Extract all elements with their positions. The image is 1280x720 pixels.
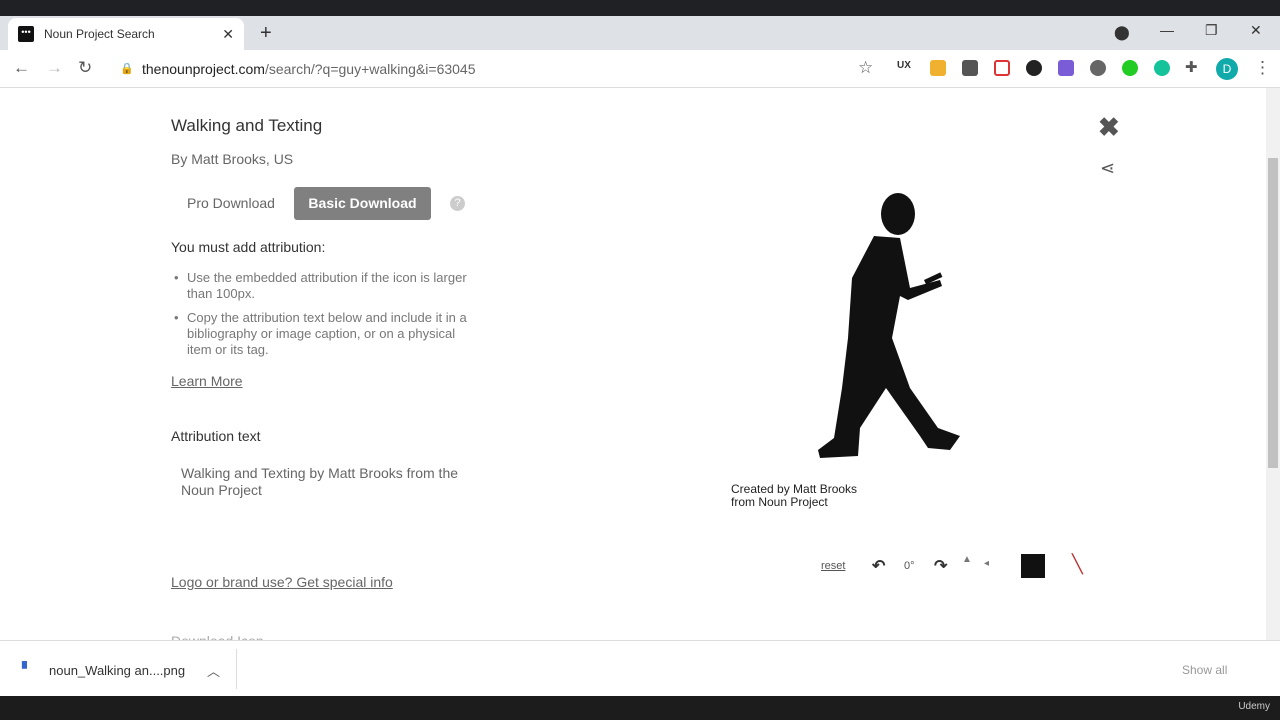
- embedded-credit: Created by Matt Brooks from Noun Project: [731, 483, 857, 509]
- video-footer: Udemy: [0, 696, 1280, 720]
- tab-noun-project[interactable]: ••• Noun Project Search ✕: [8, 18, 244, 50]
- close-icon[interactable]: ✖: [1098, 112, 1120, 143]
- icon-detail-panel: Walking and Texting By Matt Brooks, US P…: [0, 88, 1266, 640]
- scrollbar-thumb[interactable]: [1268, 158, 1278, 468]
- attribution-rules: Use the embedded attribution if the icon…: [174, 270, 467, 366]
- udemy-brand: Udemy: [1238, 701, 1270, 712]
- minimize-button[interactable]: —: [1160, 22, 1174, 38]
- flip-horizontal-icon[interactable]: ◂: [984, 558, 989, 569]
- help-icon[interactable]: ?: [450, 196, 465, 211]
- extension-icon[interactable]: [1090, 60, 1106, 76]
- window-top: [0, 0, 1280, 16]
- grammarly-icon[interactable]: [1154, 60, 1170, 76]
- scrollbar[interactable]: [1266, 88, 1280, 640]
- icon-title: Walking and Texting: [171, 116, 323, 135]
- lock-icon: 🔒: [120, 63, 134, 75]
- back-button[interactable]: ←: [13, 58, 30, 78]
- url-input[interactable]: thenounproject.com/search/?q=guy+walking…: [142, 61, 476, 77]
- flip-vertical-icon[interactable]: ▲: [962, 554, 972, 565]
- learn-more-link[interactable]: Learn More: [171, 373, 243, 389]
- walking-texting-icon-preview: [818, 193, 960, 458]
- url-host: thenounproject.com: [142, 61, 265, 77]
- noun-project-favicon: •••: [18, 26, 34, 42]
- share-icon[interactable]: ⋖: [1100, 158, 1115, 179]
- chevron-up-icon[interactable]: ︿: [207, 661, 220, 680]
- file-icon: ▘: [22, 661, 32, 676]
- extension-icon[interactable]: [1122, 60, 1138, 76]
- reset-link[interactable]: reset: [821, 560, 845, 572]
- rotate-right-icon[interactable]: ↷: [934, 556, 947, 576]
- rotate-left-icon[interactable]: ↶: [872, 556, 885, 576]
- tab-title: Noun Project Search: [44, 27, 155, 41]
- extension-ux-icon[interactable]: UX: [897, 60, 913, 76]
- download-bar: ▘ noun_Walking an....png ︿ Show all: [0, 640, 1280, 696]
- show-all-button[interactable]: Show all: [1182, 663, 1227, 677]
- menu-kebab-icon[interactable]: ⋮: [1254, 58, 1271, 78]
- new-tab-button[interactable]: +: [260, 22, 272, 45]
- rule-item: Copy the attribution text below and incl…: [174, 310, 467, 358]
- attribution-text-label: Attribution text: [171, 428, 261, 444]
- reload-button[interactable]: ↻: [78, 58, 92, 78]
- downloaded-file[interactable]: noun_Walking an....png: [49, 663, 185, 678]
- extension-icon[interactable]: [1058, 60, 1074, 76]
- extension-icon[interactable]: [930, 60, 946, 76]
- extension-icon[interactable]: [994, 60, 1010, 76]
- extension-icon[interactable]: [962, 60, 978, 76]
- download-icon-label: Download Icon: [171, 633, 264, 640]
- divider: [236, 649, 237, 689]
- author-link[interactable]: By Matt Brooks, US: [171, 151, 293, 167]
- no-background-icon[interactable]: ╲: [1072, 554, 1083, 575]
- credit-line: from Noun Project: [731, 495, 828, 509]
- extension-icon[interactable]: [1026, 60, 1042, 76]
- tab-strip: ••• Noun Project Search ✕ + ⬤ — ❐ ✕: [0, 16, 1280, 50]
- avatar[interactable]: D: [1216, 58, 1238, 80]
- special-info-link[interactable]: Logo or brand use? Get special info: [171, 574, 393, 590]
- rotation-value: 0°: [904, 560, 915, 572]
- restore-button[interactable]: ❐: [1205, 22, 1218, 39]
- rule-item: Use the embedded attribution if the icon…: [174, 270, 467, 302]
- forward-button[interactable]: →: [46, 58, 63, 78]
- basic-download-tab[interactable]: Basic Download: [294, 187, 431, 220]
- attribution-text[interactable]: Walking and Texting by Matt Brooks from …: [181, 465, 461, 499]
- attribution-heading: You must add attribution:: [171, 239, 326, 255]
- tab-close-icon[interactable]: ✕: [222, 26, 234, 43]
- bookmark-star-icon[interactable]: ☆: [858, 58, 873, 78]
- profile-dropdown-icon[interactable]: ⬤: [1114, 24, 1130, 41]
- pro-download-tab[interactable]: Pro Download: [187, 195, 275, 211]
- close-window-button[interactable]: ✕: [1250, 22, 1262, 39]
- color-swatch[interactable]: [1021, 554, 1045, 578]
- extensions-puzzle-icon[interactable]: ✚: [1185, 58, 1198, 76]
- url-path: /search/?q=guy+walking&i=63045: [264, 61, 476, 77]
- address-bar-row: ← → ↻ 🔒 thenounproject.com/search/?q=guy…: [0, 50, 1280, 88]
